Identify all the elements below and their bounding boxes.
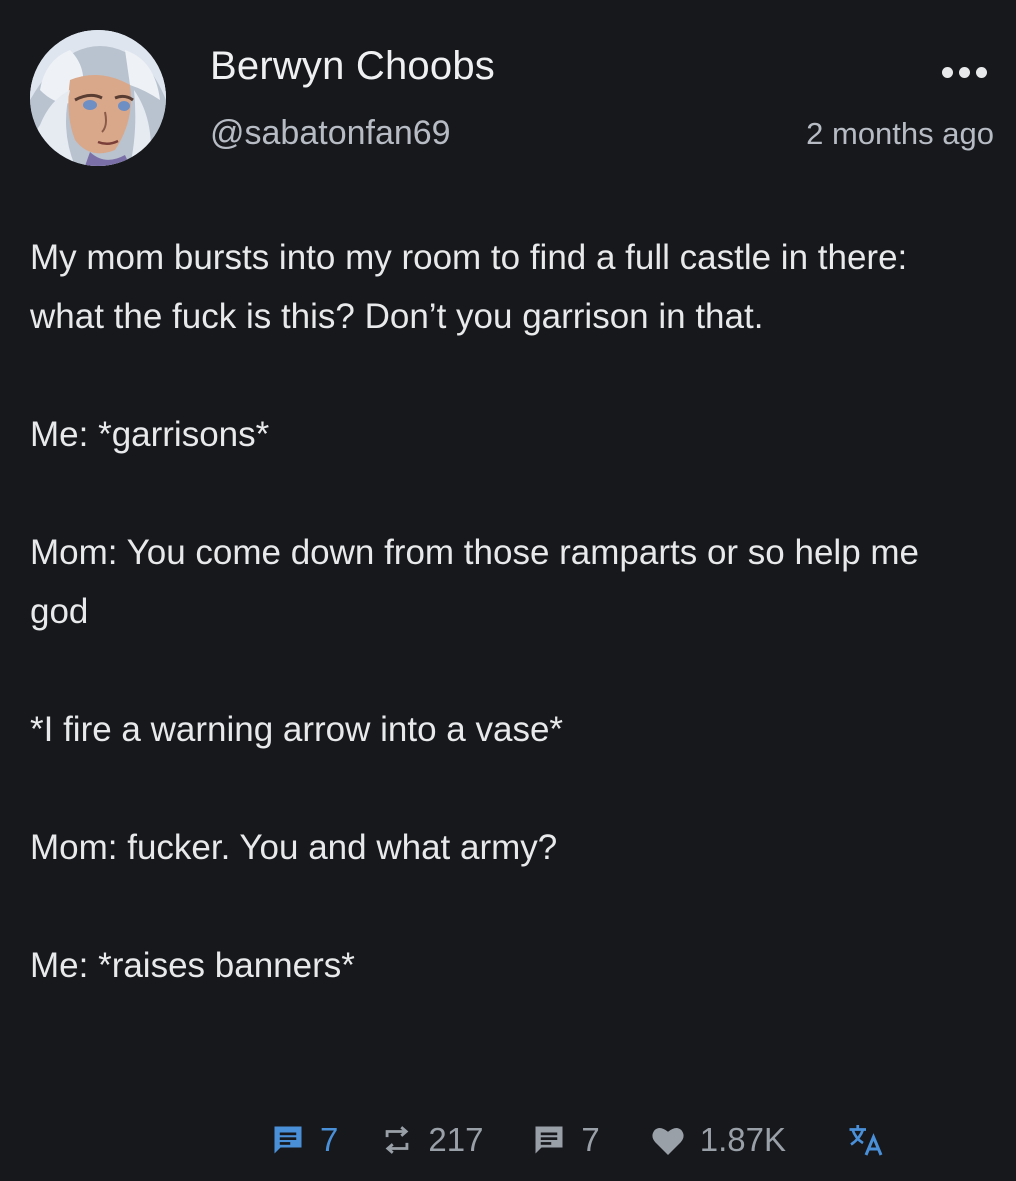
more-dot (941, 66, 953, 78)
reply-button[interactable]: 7 (531, 1121, 600, 1159)
post-timestamp[interactable]: 2 months ago (806, 116, 994, 152)
post-paragraph: Mom: fucker. You and what army? (30, 828, 558, 867)
avatar-image (30, 30, 166, 166)
post-paragraph: My mom bursts into my room to find a ful… (30, 238, 908, 336)
more-dot (975, 66, 987, 78)
reply-count: 7 (581, 1121, 600, 1158)
like-count: 1.87K (699, 1121, 787, 1158)
post-paragraph: *I fire a warning arrow into a vase* (30, 710, 564, 749)
post-actions-bar: 7 217 7 1.87K (270, 1118, 886, 1162)
comments-count: 7 (320, 1121, 339, 1158)
heart-icon (652, 1127, 684, 1155)
post-paragraph: Me: *garrisons* (30, 415, 270, 454)
like-button[interactable]: 1.87K (650, 1121, 786, 1159)
post-body: My mom bursts into my room to find a ful… (30, 228, 980, 1054)
comments-button[interactable]: 7 (270, 1121, 338, 1159)
post-paragraph: Me: *raises banners* (30, 946, 355, 985)
translate-button[interactable] (846, 1122, 886, 1158)
author-display-name[interactable]: Berwyn Choobs (210, 44, 495, 89)
author-handle[interactable]: @sabatonfan69 (210, 114, 451, 153)
reply-icon (535, 1126, 563, 1154)
translate-icon (849, 1125, 883, 1156)
reblog-count: 217 (428, 1121, 484, 1158)
post-card: Berwyn Choobs @sabatonfan69 2 months ago… (0, 0, 1016, 1181)
comment-icon (274, 1126, 302, 1154)
reblog-button[interactable]: 217 (380, 1121, 483, 1159)
repost-icon (385, 1126, 409, 1154)
more-dot (958, 66, 970, 78)
more-options-button[interactable] (934, 58, 994, 86)
avatar[interactable] (30, 30, 166, 166)
post-paragraph: Mom: You come down from those ramparts o… (30, 533, 920, 631)
